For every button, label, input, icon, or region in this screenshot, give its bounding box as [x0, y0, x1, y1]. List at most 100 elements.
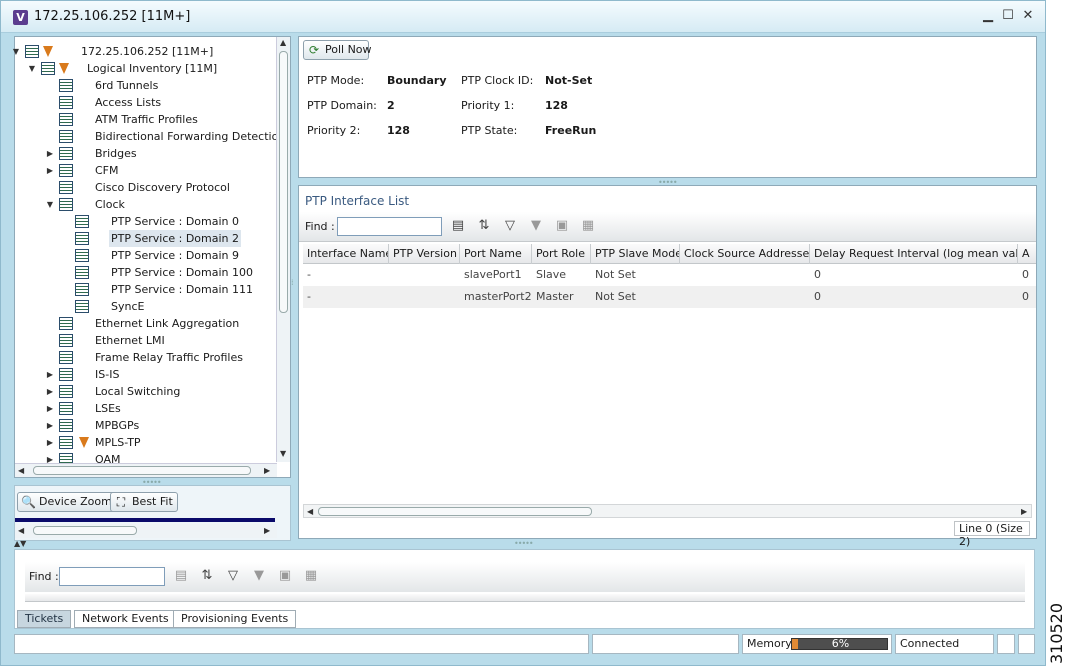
scroll-up-icon[interactable]: ▲: [280, 38, 286, 47]
scroll-left-icon[interactable]: ◀: [18, 466, 24, 475]
col-port-role[interactable]: Port Role: [532, 244, 591, 264]
tree-item[interactable]: ▶ LSEs: [15, 400, 277, 417]
tree-item[interactable]: ATM Traffic Profiles: [15, 111, 277, 128]
col-truncated[interactable]: A: [1018, 244, 1036, 264]
tab-provisioning-events[interactable]: Provisioning Events: [173, 610, 297, 628]
poll-now-button[interactable]: ⟳ Poll Now: [303, 40, 372, 60]
overview-minimap[interactable]: [15, 518, 275, 522]
tree-item[interactable]: Ethernet LMI: [15, 332, 277, 349]
tree-item[interactable]: SyncE: [15, 298, 277, 315]
expand-arrow-icon[interactable]: ▶: [45, 162, 55, 179]
tree-item[interactable]: ▶ IS-IS: [15, 366, 277, 383]
sort-az-icon[interactable]: ⇅: [198, 568, 216, 584]
table-icon: [59, 385, 73, 398]
alarm-badge-icon: [43, 46, 53, 57]
tab-tickets[interactable]: Tickets: [17, 610, 72, 628]
tree-item[interactable]: PTP Service : Domain 100: [15, 264, 277, 281]
expand-arrow-icon[interactable]: ▶: [45, 400, 55, 417]
memory-percent: 6%: [831, 637, 850, 650]
ptp-clock-id-label: PTP Clock ID:: [461, 74, 534, 87]
scroll-thumb[interactable]: [318, 507, 592, 516]
col-port-name[interactable]: Port Name: [460, 244, 532, 264]
tree-item[interactable]: Access Lists: [15, 94, 277, 111]
cfm-icon: [59, 164, 73, 177]
tree-item[interactable]: Bidirectional Forwarding Detection: [15, 128, 285, 145]
export-icon[interactable]: ▣: [276, 568, 294, 584]
scroll-thumb[interactable]: [33, 466, 251, 475]
collapse-arrow-icon[interactable]: ▼: [27, 60, 37, 77]
tab-network-events[interactable]: Network Events: [74, 610, 177, 628]
tree-item[interactable]: PTP Service : Domain 9: [15, 247, 277, 264]
splitter-grip[interactable]: •••••: [514, 539, 534, 548]
scroll-thumb[interactable]: [279, 51, 288, 313]
expand-arrow-icon[interactable]: ▶: [45, 417, 55, 434]
ptp-properties-panel: ⟳ Poll Now PTP Mode: Boundary PTP Clock …: [298, 36, 1037, 178]
tree-item[interactable]: ▶ Bridges: [15, 145, 277, 162]
tree-item[interactable]: ▶ CFM: [15, 162, 277, 179]
tree-item[interactable]: Cisco Discovery Protocol: [15, 179, 277, 196]
scroll-right-icon[interactable]: ▶: [264, 526, 270, 535]
table-icon: [59, 419, 73, 432]
save-icon[interactable]: ▤: [449, 218, 467, 234]
collapse-arrows-icon[interactable]: ▲▼: [14, 539, 26, 548]
collapse-arrow-icon[interactable]: ▼: [11, 43, 21, 60]
tree-item[interactable]: ▼ 172.25.106.252 [11M+]: [13, 43, 277, 60]
tree-item[interactable]: ▶ MPBGPs: [15, 417, 277, 434]
tree-vertical-scrollbar[interactable]: ▲ ▼: [276, 37, 290, 462]
tree-item[interactable]: PTP Service : Domain 0: [15, 213, 277, 230]
table-icon: [75, 300, 89, 313]
filter-icon[interactable]: ▽: [501, 218, 519, 234]
maximize-button[interactable]: ☐: [1000, 8, 1016, 24]
tree-item[interactable]: ▼ Clock: [15, 196, 277, 213]
table-row[interactable]: - slavePort1 Slave Not Set 0 0: [303, 264, 1036, 286]
tree-item[interactable]: ▶ Local Switching: [15, 383, 277, 400]
col-interface-name[interactable]: Interface Name: [303, 244, 389, 264]
close-button[interactable]: ✕: [1020, 8, 1036, 24]
vertical-splitter-grip[interactable]: ⁞: [291, 279, 297, 287]
scroll-down-icon[interactable]: ▼: [280, 449, 286, 458]
priority-2-value: 128: [387, 124, 410, 137]
advanced-filter-icon[interactable]: ▼: [527, 218, 545, 234]
tree-item[interactable]: PTP Service : Domain 2: [15, 230, 277, 247]
list-horizontal-scrollbar[interactable]: ◀ ▶: [303, 504, 1032, 518]
inventory-tree[interactable]: ▼ 172.25.106.252 [11M+] ▼ Logical Inventory…: [13, 36, 291, 478]
table-icon: [59, 113, 73, 126]
tree-item[interactable]: Ethernet Link Aggregation: [15, 315, 277, 332]
zoom-horizontal-scrollbar[interactable]: ◀ ▶: [15, 524, 277, 538]
expand-arrow-icon[interactable]: ▶: [45, 383, 55, 400]
title-bar[interactable]: V 172.25.106.252 [11M+] ▁ ☐ ✕: [1, 1, 1045, 33]
expand-arrow-icon[interactable]: ▶: [45, 434, 55, 451]
find-input[interactable]: [337, 217, 442, 236]
tree-item[interactable]: PTP Service : Domain 111: [15, 281, 277, 298]
print-icon[interactable]: ▦: [579, 218, 597, 234]
table-row[interactable]: - masterPort2 Master Not Set 0 0: [303, 286, 1036, 308]
best-fit-button[interactable]: ⛶ Best Fit: [110, 492, 178, 512]
scroll-right-icon[interactable]: ▶: [264, 466, 270, 475]
col-ptp-slave-mode[interactable]: PTP Slave Mode: [591, 244, 680, 264]
tree-horizontal-scrollbar[interactable]: ◀ ▶: [15, 463, 277, 477]
tree-item[interactable]: ▼ Logical Inventory [11M]: [15, 60, 277, 77]
filter-icon[interactable]: ▽: [224, 568, 242, 584]
scroll-right-icon[interactable]: ▶: [1021, 507, 1027, 516]
expand-arrow-icon[interactable]: ▶: [45, 145, 55, 162]
minimize-button[interactable]: ▁: [980, 8, 996, 24]
collapse-arrow-icon[interactable]: ▼: [45, 196, 55, 213]
scroll-thumb[interactable]: [33, 526, 137, 535]
export-icon[interactable]: ▣: [553, 218, 571, 234]
find-label: Find :: [305, 220, 335, 233]
expand-arrow-icon[interactable]: ▶: [45, 366, 55, 383]
col-delay-request-interval[interactable]: Delay Request Interval (log mean value): [810, 244, 1018, 264]
device-zoom-button[interactable]: 🔍 Device Zoom: [17, 492, 117, 512]
col-ptp-version[interactable]: PTP Version: [389, 244, 460, 264]
events-find-input[interactable]: [59, 567, 165, 586]
tree-item[interactable]: ▶ MPLS-TP: [15, 434, 277, 451]
col-clock-source-addresses[interactable]: Clock Source Addresses: [680, 244, 810, 264]
sort-az-icon[interactable]: ⇅: [475, 218, 493, 234]
advanced-filter-icon[interactable]: ▼: [250, 568, 268, 584]
tree-item[interactable]: Frame Relay Traffic Profiles: [15, 349, 277, 366]
scroll-left-icon[interactable]: ◀: [307, 507, 313, 516]
print-icon[interactable]: ▦: [302, 568, 320, 584]
save-icon[interactable]: ▤: [172, 568, 190, 584]
scroll-left-icon[interactable]: ◀: [18, 526, 24, 535]
tree-item[interactable]: 6rd Tunnels: [15, 77, 277, 94]
